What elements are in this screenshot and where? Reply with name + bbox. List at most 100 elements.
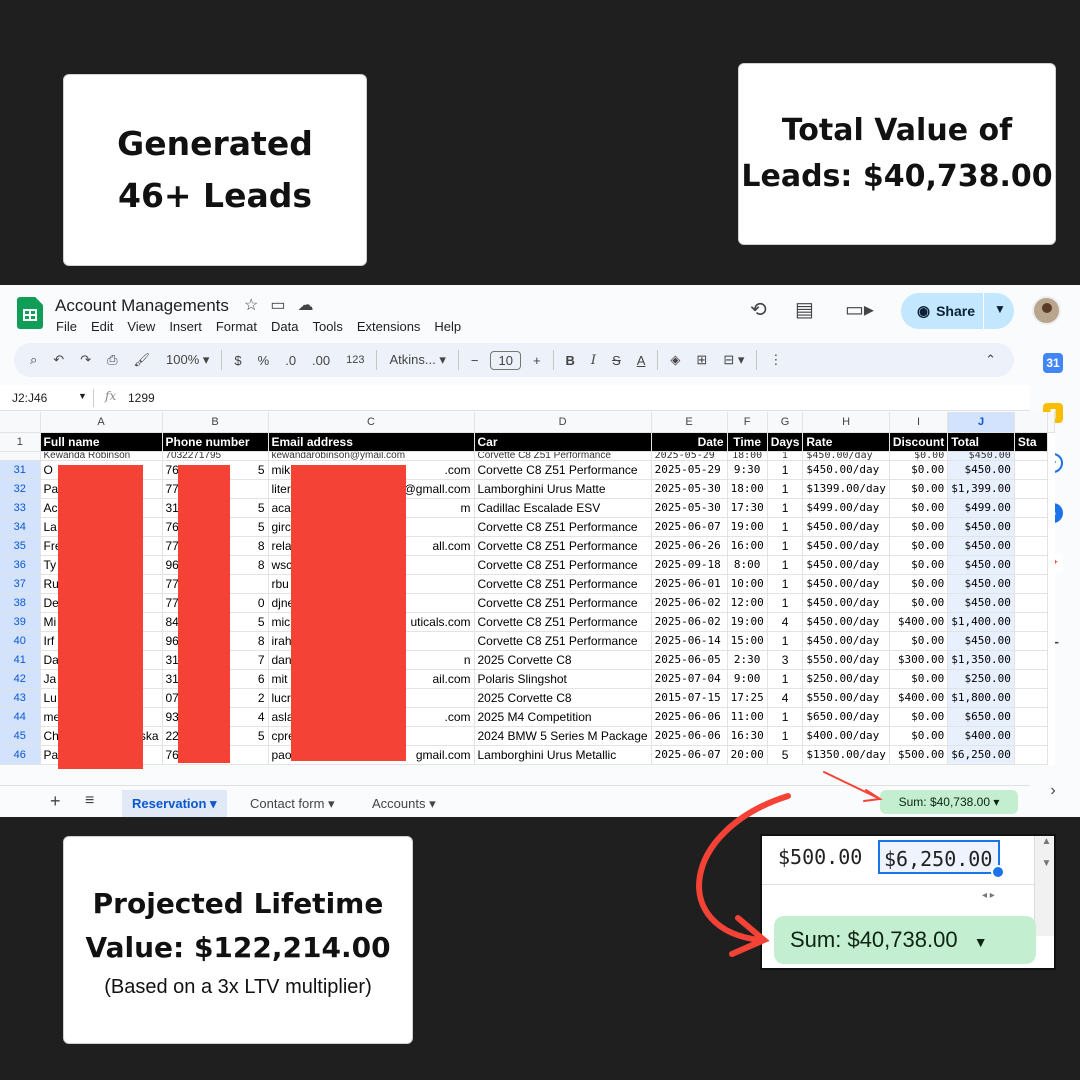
- table-row[interactable]: 37 Ru 77 rbu Corvette C8 Z51 Performance 2025…: [0, 574, 1054, 594]
- cell[interactable]: Corvette C8 Z51 Performance: [474, 451, 652, 461]
- column-header-f[interactable]: F: [727, 412, 768, 433]
- discount-cell[interactable]: $0.00: [889, 498, 949, 518]
- text-color-icon[interactable]: A: [629, 353, 654, 368]
- time-cell[interactable]: 19:00: [727, 612, 768, 632]
- column-header-d[interactable]: D: [474, 412, 652, 433]
- name-box[interactable]: J2:J46: [12, 391, 47, 405]
- date-cell[interactable]: 2025-06-07: [651, 745, 728, 765]
- table-row[interactable]: 46 Pa 76 paolo gmail.com Lamborghini Urus Met…: [0, 745, 1054, 765]
- discount-cell[interactable]: $0.00: [889, 707, 949, 727]
- document-title[interactable]: Account Managements: [55, 296, 229, 316]
- total-cell[interactable]: $450.00: [947, 593, 1015, 613]
- car-cell[interactable]: Corvette C8 Z51 Performance: [474, 593, 652, 613]
- table-row[interactable]: 38 De 77 0 djne Corvette C8 Z51 Performance 20…: [0, 593, 1054, 613]
- row-number[interactable]: 42: [0, 669, 41, 689]
- row-number[interactable]: 39: [0, 612, 41, 632]
- car-cell[interactable]: Corvette C8 Z51 Performance: [474, 536, 652, 556]
- tab-contact-form[interactable]: Contact form ▾: [240, 790, 345, 817]
- share-button[interactable]: ◉ Share ▼: [901, 293, 1014, 329]
- sheet-grid[interactable]: ABCDEFGHIJ 1 Full name Phone number Email a…: [0, 412, 1055, 765]
- cell[interactable]: $0.00: [889, 451, 949, 461]
- row-number[interactable]: 1: [0, 432, 41, 452]
- total-cell[interactable]: $1,400.00: [947, 612, 1015, 632]
- total-cell[interactable]: $450.00: [947, 517, 1015, 537]
- rate-cell[interactable]: $250.00/day: [802, 669, 890, 689]
- increase-decimal-button[interactable]: .00: [304, 353, 338, 368]
- car-cell[interactable]: Polaris Slingshot: [474, 669, 652, 689]
- days-cell[interactable]: 1: [767, 574, 804, 594]
- undo-icon[interactable]: ↶: [45, 352, 72, 368]
- total-cell[interactable]: $1,800.00: [947, 688, 1015, 708]
- days-cell[interactable]: 1: [767, 669, 804, 689]
- table-row[interactable]: 44 me 93 4 asla .com 2025 M4 Competition 2025-0…: [0, 707, 1054, 727]
- table-row[interactable]: 43 Lu 07 2 lucr 2025 Corvette C8 2015-07-15 17:…: [0, 688, 1054, 708]
- table-row[interactable]: 32 Pa 77 liter @gmall.com Lamborghini Urus Ma…: [0, 479, 1054, 499]
- date-cell[interactable]: 2015-07-15: [651, 688, 728, 708]
- row-number[interactable]: 40: [0, 631, 41, 651]
- car-cell[interactable]: 2025 M4 Competition: [474, 707, 652, 727]
- days-cell[interactable]: 1: [767, 707, 804, 727]
- date-cell[interactable]: 2025-06-02: [651, 593, 728, 613]
- column-header-l[interactable]: [1047, 412, 1055, 433]
- calendar-icon[interactable]: 31: [1043, 353, 1063, 373]
- header-cell[interactable]: Sta: [1014, 432, 1048, 452]
- table-row[interactable]: 41 Da 31 7 dan n 2025 Corvette C8 2025-06-05 2:3…: [0, 650, 1054, 670]
- rate-cell[interactable]: $450.00/day: [802, 631, 890, 651]
- share-dropdown-icon[interactable]: ▼: [994, 302, 1006, 316]
- rate-cell[interactable]: $450.00/day: [802, 460, 890, 480]
- time-cell[interactable]: 17:25: [727, 688, 768, 708]
- total-cell[interactable]: $450.00: [947, 574, 1015, 594]
- total-cell[interactable]: $1,399.00: [947, 479, 1015, 499]
- cell[interactable]: [1014, 631, 1048, 651]
- table-row[interactable]: 36 Ty 96 8 wsc Corvette C8 Z51 Performance 202…: [0, 555, 1054, 575]
- cell[interactable]: kewandarobinson@ymail.com: [268, 451, 475, 461]
- time-cell[interactable]: 20:00: [727, 745, 768, 765]
- cell[interactable]: $450.00: [947, 451, 1015, 461]
- menu-item-help[interactable]: Help: [434, 319, 461, 334]
- more-options-icon[interactable]: ⋮: [761, 352, 790, 368]
- cell[interactable]: [1014, 479, 1048, 499]
- discount-cell[interactable]: $0.00: [889, 574, 949, 594]
- currency-format-button[interactable]: $: [226, 353, 249, 368]
- column-header-c[interactable]: C: [268, 412, 475, 433]
- cell[interactable]: [1014, 536, 1048, 556]
- cell[interactable]: 7032271795: [162, 451, 269, 461]
- discount-cell[interactable]: $0.00: [889, 726, 949, 746]
- row-number[interactable]: 31: [0, 460, 41, 480]
- cell[interactable]: [1014, 650, 1048, 670]
- font-size-decrease-icon[interactable]: −: [463, 353, 487, 368]
- name-box-dropdown-icon[interactable]: ▼: [78, 391, 87, 401]
- discount-cell[interactable]: $0.00: [889, 669, 949, 689]
- cell[interactable]: [1014, 745, 1048, 765]
- menu-item-edit[interactable]: Edit: [91, 319, 113, 334]
- table-row[interactable]: 34 La 76 5 girc Corvette C8 Z51 Performance 20…: [0, 517, 1054, 537]
- decrease-decimal-button[interactable]: .0: [277, 353, 304, 368]
- time-cell[interactable]: 19:00: [727, 517, 768, 537]
- rate-cell[interactable]: $650.00/day: [802, 707, 890, 727]
- total-cell[interactable]: $450.00: [947, 631, 1015, 651]
- row-number[interactable]: 44: [0, 707, 41, 727]
- menu-item-insert[interactable]: Insert: [169, 319, 202, 334]
- rate-cell[interactable]: $499.00/day: [802, 498, 890, 518]
- date-cell[interactable]: 2025-09-18: [651, 555, 728, 575]
- discount-cell[interactable]: $400.00: [889, 612, 949, 632]
- cloud-status-icon[interactable]: ☁: [297, 295, 313, 315]
- time-cell[interactable]: 15:00: [727, 631, 768, 651]
- all-sheets-icon[interactable]: ≡: [75, 787, 104, 815]
- font-select[interactable]: Atkins... ▾: [381, 352, 453, 368]
- days-cell[interactable]: 1: [767, 536, 804, 556]
- percent-format-button[interactable]: %: [250, 353, 278, 368]
- menu-item-file[interactable]: File: [56, 319, 77, 334]
- discount-cell[interactable]: $500.00: [889, 745, 949, 765]
- cell[interactable]: 2025-05-29: [651, 451, 728, 461]
- column-header-a[interactable]: A: [40, 412, 163, 433]
- column-header-i[interactable]: I: [889, 412, 949, 433]
- total-cell[interactable]: $450.00: [947, 536, 1015, 556]
- days-cell[interactable]: 5: [767, 745, 804, 765]
- total-cell[interactable]: $450.00: [947, 460, 1015, 480]
- total-cell[interactable]: $450.00: [947, 555, 1015, 575]
- avatar[interactable]: [1032, 296, 1061, 325]
- date-cell[interactable]: 2025-06-26: [651, 536, 728, 556]
- header-cell[interactable]: Email address: [268, 432, 475, 452]
- paint-format-icon[interactable]: 🖌: [126, 352, 159, 368]
